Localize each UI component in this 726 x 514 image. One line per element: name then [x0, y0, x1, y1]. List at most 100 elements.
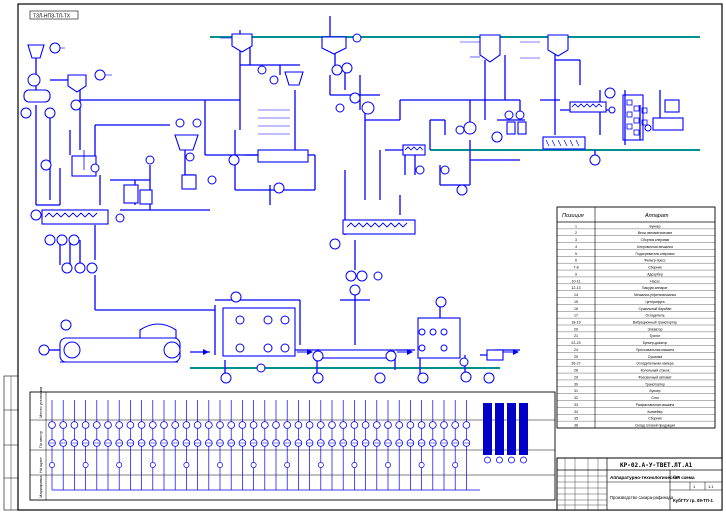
tank-small-3 [181, 174, 197, 190]
strip-instrument [193, 400, 202, 490]
sheet-title: Аппаратурно-технологическая схема [610, 475, 695, 480]
sorter-1 [542, 136, 586, 150]
bottom-title: Производство сахара-рафинада [610, 495, 674, 500]
legend-row-code: 4 [575, 245, 577, 249]
stamp-top-left-text: ТЗЛ-НПЗ-ТЛ-ТХ [33, 13, 71, 19]
strip-instrument [93, 400, 101, 490]
recorder-1 [483, 403, 492, 455]
strip-instrument [115, 400, 123, 490]
centrifuge-2 [517, 121, 527, 135]
strip-instrument [149, 400, 157, 490]
strip-instrument [384, 400, 392, 490]
tank-top-1 [231, 33, 253, 53]
strip-instrument [350, 400, 359, 490]
strip-label-2: На щите [38, 456, 43, 473]
strip-instrument [227, 400, 236, 490]
legend-row-code: 22-23 [571, 341, 580, 345]
legend-row-code: 1 [575, 224, 577, 228]
legend-row-code: 28 [574, 369, 578, 373]
recorder-2 [495, 403, 504, 455]
strip-instrument [428, 400, 437, 490]
strip-instrument [126, 400, 135, 490]
legend-row-code: 25 [574, 355, 578, 359]
legend-row-name: Весы автоматические [638, 231, 673, 235]
strip-instrument [260, 400, 269, 490]
strip-instrument [395, 400, 404, 490]
strip-instrument [216, 400, 224, 490]
strip-instrument [171, 400, 180, 490]
strip-label-1: По месту [38, 431, 43, 448]
legend-row-name: Сборник клеровки [641, 238, 670, 242]
legend-row-name: Склад готовой продукции [635, 423, 675, 427]
legend-row-code: 16 [574, 307, 578, 311]
conveyor-1 [23, 89, 51, 103]
title-block: КР-02.А-У-ТВЕТ.ЛТ.А1 Аппаратурно-техноло… [556, 457, 723, 511]
legend-row-name: Конвейер [647, 410, 662, 414]
legend-row-name: Насос [650, 279, 660, 283]
dryer-1 [569, 101, 607, 113]
legend-row-code: 32 [574, 396, 578, 400]
strip-label-3: Маркировка [38, 475, 43, 498]
legend-row-code: 15 [574, 300, 578, 304]
legend-row-name: Сборник [648, 266, 662, 270]
legend-row-name: Подогреватель клеровки [635, 252, 674, 256]
strip-instrument [104, 400, 112, 490]
legend-row-code: 21 [574, 334, 578, 338]
tank-small-1 [123, 184, 139, 204]
hopper-2 [284, 71, 304, 86]
legend-row-name: Транспортер [645, 382, 665, 386]
tank-top-4 [547, 34, 569, 57]
legend-row-code: 36 [574, 423, 578, 427]
strip-instrument [372, 400, 381, 490]
legend-row-code: 3 [575, 238, 577, 242]
strip-instrument [361, 400, 370, 490]
filter-1 [174, 134, 199, 151]
strip-instrument [305, 400, 314, 490]
strip-instrument [249, 400, 258, 490]
legend-row-code: 5 [575, 252, 577, 256]
press-1 [652, 117, 684, 131]
elevator-buckets [626, 99, 648, 136]
legend-row-name: Бункер-дозатор [643, 341, 668, 345]
strip-instrument [283, 400, 292, 490]
legend-row-name: Фильтр-пресс [644, 259, 666, 263]
cooler-dome [139, 323, 177, 339]
legend-row-code: 31 [574, 389, 578, 393]
recorder-lamp [484, 456, 491, 464]
bunker-1 [27, 44, 45, 59]
strip-instrument [48, 400, 56, 490]
legend-row-name: Сито [651, 396, 659, 400]
legend-row-code: 20 [574, 327, 578, 331]
tank-small-2 [139, 189, 153, 205]
strip-instrument [294, 400, 303, 490]
legend-row-code: 6 [575, 259, 577, 263]
legend-row-name: Сушильный барабан [639, 307, 672, 311]
stage-label: Лит. [673, 474, 680, 479]
tank-mid-1 [67, 74, 87, 93]
legend-row-name: Бункер [649, 224, 660, 228]
legend-row-name: Клеровочная мешалка [637, 245, 673, 249]
legend-header-name: Аппарат [644, 213, 669, 219]
process-flow-diagram: ТЗЛ-НПЗ-ТЛ-ТХ Позиция Аппарат 1 Бункер2 … [3, 3, 723, 511]
legend-row-name: Сборник [648, 417, 662, 421]
legend-row-name: Сушилка [648, 355, 662, 359]
legend-table: Позиция Аппарат 1 Бункер 2 Весы автоматичес… [556, 206, 716, 429]
vibro-conveyor [317, 349, 395, 359]
legend-row-code: 34 [574, 410, 578, 414]
strip-instrument [205, 400, 213, 490]
strip-instrument [238, 400, 247, 490]
legend-row-code: 24 [574, 348, 578, 352]
strip-instrument [462, 400, 471, 490]
legend-row-code: 17 [574, 314, 578, 318]
strip-instrument [182, 400, 191, 490]
legend-row-name: Охладительная камера [636, 362, 673, 366]
strip-instrument [137, 400, 146, 490]
recorder-lamp [520, 456, 527, 464]
scale-1 [486, 349, 504, 361]
strip-instrument [328, 400, 336, 490]
legend-row-name: Центрифуга [645, 300, 664, 304]
legend-row-name: Вакуум-аппарат [642, 286, 668, 290]
strip-instrument [160, 400, 168, 490]
strip-instrument [440, 400, 448, 490]
tank-top-2 [321, 36, 347, 55]
